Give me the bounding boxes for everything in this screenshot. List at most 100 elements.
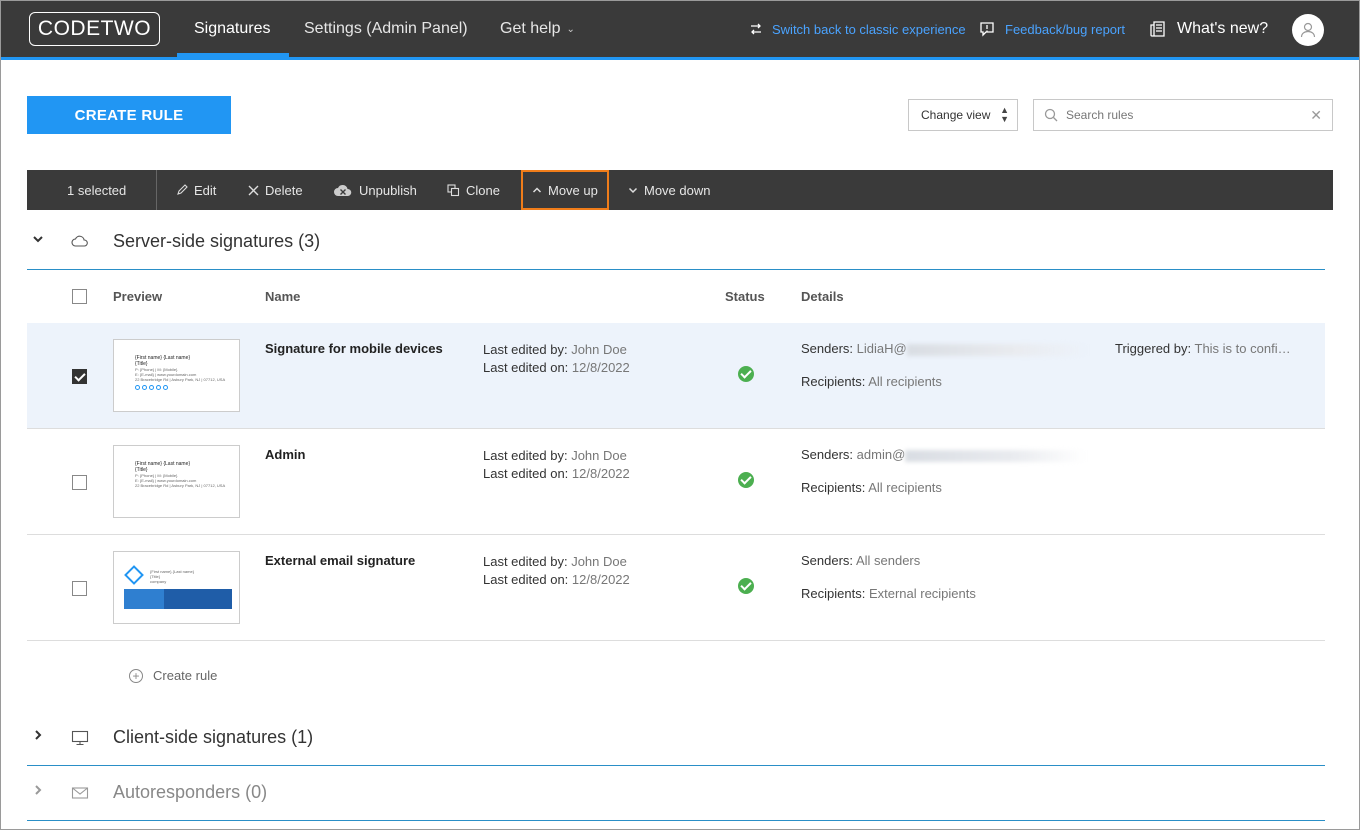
preview-text: company: [150, 579, 167, 584]
edited-on-label: Last edited on:: [483, 466, 569, 481]
table-row[interactable]: {First name} {Last name} {Title} P: {Pho…: [27, 429, 1325, 535]
table-row[interactable]: {First name} {Last name} {Title} P: {Pho…: [27, 323, 1325, 429]
unpublish-label: Unpublish: [359, 182, 417, 198]
social-icons: [135, 385, 239, 390]
whats-new-icon: [1150, 21, 1165, 37]
edited-on-value: 12/8/2022: [571, 466, 630, 481]
senders-value: admin@: [856, 447, 906, 462]
senders-label: Senders:: [801, 553, 854, 568]
delete-button[interactable]: Delete: [248, 170, 303, 210]
edit-info: Last edited by: John Doe Last edited on:…: [483, 447, 630, 483]
logo-text: CODETWO: [37, 17, 152, 40]
senders-label: Senders:: [801, 447, 854, 462]
rule-name[interactable]: External email signature: [265, 553, 415, 568]
user-avatar[interactable]: [1292, 14, 1324, 46]
tab-settings[interactable]: Settings (Admin Panel): [304, 1, 468, 57]
tab-get-help[interactable]: Get help ⌄: [500, 1, 575, 57]
change-view-select[interactable]: Change view ▲ ▼: [908, 99, 1018, 131]
signature-preview[interactable]: {First name} {Last name} {Title} P: {Pho…: [113, 445, 240, 518]
edited-by-value: John Doe: [571, 448, 627, 463]
edit-label: Edit: [194, 182, 217, 198]
edited-by-label: Last edited by:: [483, 448, 568, 463]
search-icon: [1044, 108, 1058, 122]
tab-label: Settings (Admin Panel): [304, 20, 468, 37]
select-arrows-icon: ▲ ▼: [1000, 105, 1009, 124]
edited-on-label: Last edited on:: [483, 360, 569, 375]
rule-details: Senders: All senders Recipients: Externa…: [801, 553, 976, 601]
selection-toolbar: 1 selected Edit Delete Unpublish Clone M…: [27, 170, 1333, 210]
clear-search-icon[interactable]: ✕: [1310, 107, 1322, 124]
preview-banner: [124, 589, 232, 609]
recipients-label: Recipients:: [801, 374, 866, 389]
tab-label: Signatures: [194, 20, 271, 37]
signature-preview[interactable]: {First name} {Last name} {Title} P: {Pho…: [113, 339, 240, 412]
edited-on-value: 12/8/2022: [571, 360, 630, 375]
section-title: Client-side signatures (1): [113, 727, 314, 747]
unpublish-button[interactable]: Unpublish: [333, 170, 417, 210]
create-rule-link[interactable]: + Create rule: [129, 668, 217, 683]
edit-button[interactable]: Edit: [176, 170, 216, 210]
section-title: Autoresponders (0): [113, 782, 268, 802]
tab-signatures[interactable]: Signatures: [177, 1, 288, 57]
select-all-checkbox[interactable]: [72, 289, 87, 304]
feedback-link[interactable]: Feedback/bug report: [979, 1, 1125, 57]
monitor-icon: [71, 730, 89, 746]
chevron-right-icon[interactable]: [32, 729, 44, 741]
rule-details: Senders: LidiaH@ Recipients: All recipie…: [801, 341, 1087, 389]
table-row[interactable]: {First name} {Last name} {Title} company…: [27, 535, 1325, 641]
chevron-down-icon: [628, 187, 638, 194]
move-down-label: Move down: [644, 182, 711, 198]
recipients-label: Recipients:: [801, 480, 866, 495]
cloud-off-icon: [334, 184, 352, 196]
codetwo-logo[interactable]: CODETWO: [29, 12, 160, 46]
create-rule-button[interactable]: CREATE RULE: [27, 96, 231, 134]
row-checkbox[interactable]: [72, 581, 87, 596]
toolbar-divider: [156, 170, 157, 210]
create-rule-link-label: Create rule: [153, 668, 218, 683]
column-header-details: Details: [801, 289, 844, 304]
section-server-side[interactable]: Server-side signatures (3): [27, 215, 1325, 270]
switch-classic-link[interactable]: Switch back to classic experience: [750, 1, 966, 57]
column-header-name[interactable]: Name: [265, 289, 300, 304]
search-placeholder: Search rules: [1066, 108, 1134, 122]
recipients-value: All recipients: [868, 480, 942, 495]
status-published-icon: [738, 578, 754, 594]
chevron-right-icon[interactable]: [32, 784, 44, 796]
feedback-label: Feedback/bug report: [1005, 21, 1125, 37]
status-published-icon: [738, 366, 754, 382]
clone-button[interactable]: Clone: [447, 170, 500, 210]
preview-text: 22 Bracebridge Rd | Asbury Park, NJ | 07…: [135, 377, 226, 382]
create-rule-label: CREATE RULE: [74, 106, 184, 124]
edit-info: Last edited by: John Doe Last edited on:…: [483, 553, 630, 589]
clone-icon: [447, 183, 460, 196]
chevron-down-icon[interactable]: [32, 233, 44, 245]
whats-new-label: What's new?: [1177, 20, 1269, 37]
edited-on-label: Last edited on:: [483, 572, 569, 587]
rule-name[interactable]: Signature for mobile devices: [265, 341, 443, 356]
section-autoresponders[interactable]: Autoresponders (0): [27, 766, 1325, 821]
search-input[interactable]: Search rules ✕: [1033, 99, 1333, 131]
row-checkbox[interactable]: [72, 369, 87, 384]
top-navigation: CODETWO Signatures Settings (Admin Panel…: [1, 1, 1359, 57]
whats-new-link[interactable]: What's new?: [1149, 1, 1268, 57]
change-view-label: Change view: [921, 108, 991, 122]
tab-label: Get help: [500, 20, 561, 37]
section-client-side[interactable]: Client-side signatures (1): [27, 711, 1325, 766]
recipients-value: All recipients: [868, 374, 942, 389]
redacted-text: [905, 449, 1086, 462]
move-up-label: Move up: [548, 182, 598, 198]
status-published-icon: [738, 472, 754, 488]
triggered-by: Triggered by: This is to confi…: [1115, 341, 1291, 356]
chevron-up-icon: [532, 187, 542, 193]
row-checkbox[interactable]: [72, 475, 87, 490]
close-icon: [248, 185, 259, 195]
user-icon: [1300, 22, 1316, 38]
senders-value: All senders: [855, 553, 921, 568]
chevron-down-icon: ⌄: [566, 23, 575, 35]
signature-preview[interactable]: {First name} {Last name} {Title} company: [113, 551, 240, 624]
senders-value: LidiaH@: [856, 341, 907, 356]
move-up-button[interactable]: Move up: [521, 170, 609, 210]
recipients-value: External recipients: [868, 586, 976, 601]
move-down-button[interactable]: Move down: [628, 170, 710, 210]
rule-name[interactable]: Admin: [265, 447, 305, 462]
